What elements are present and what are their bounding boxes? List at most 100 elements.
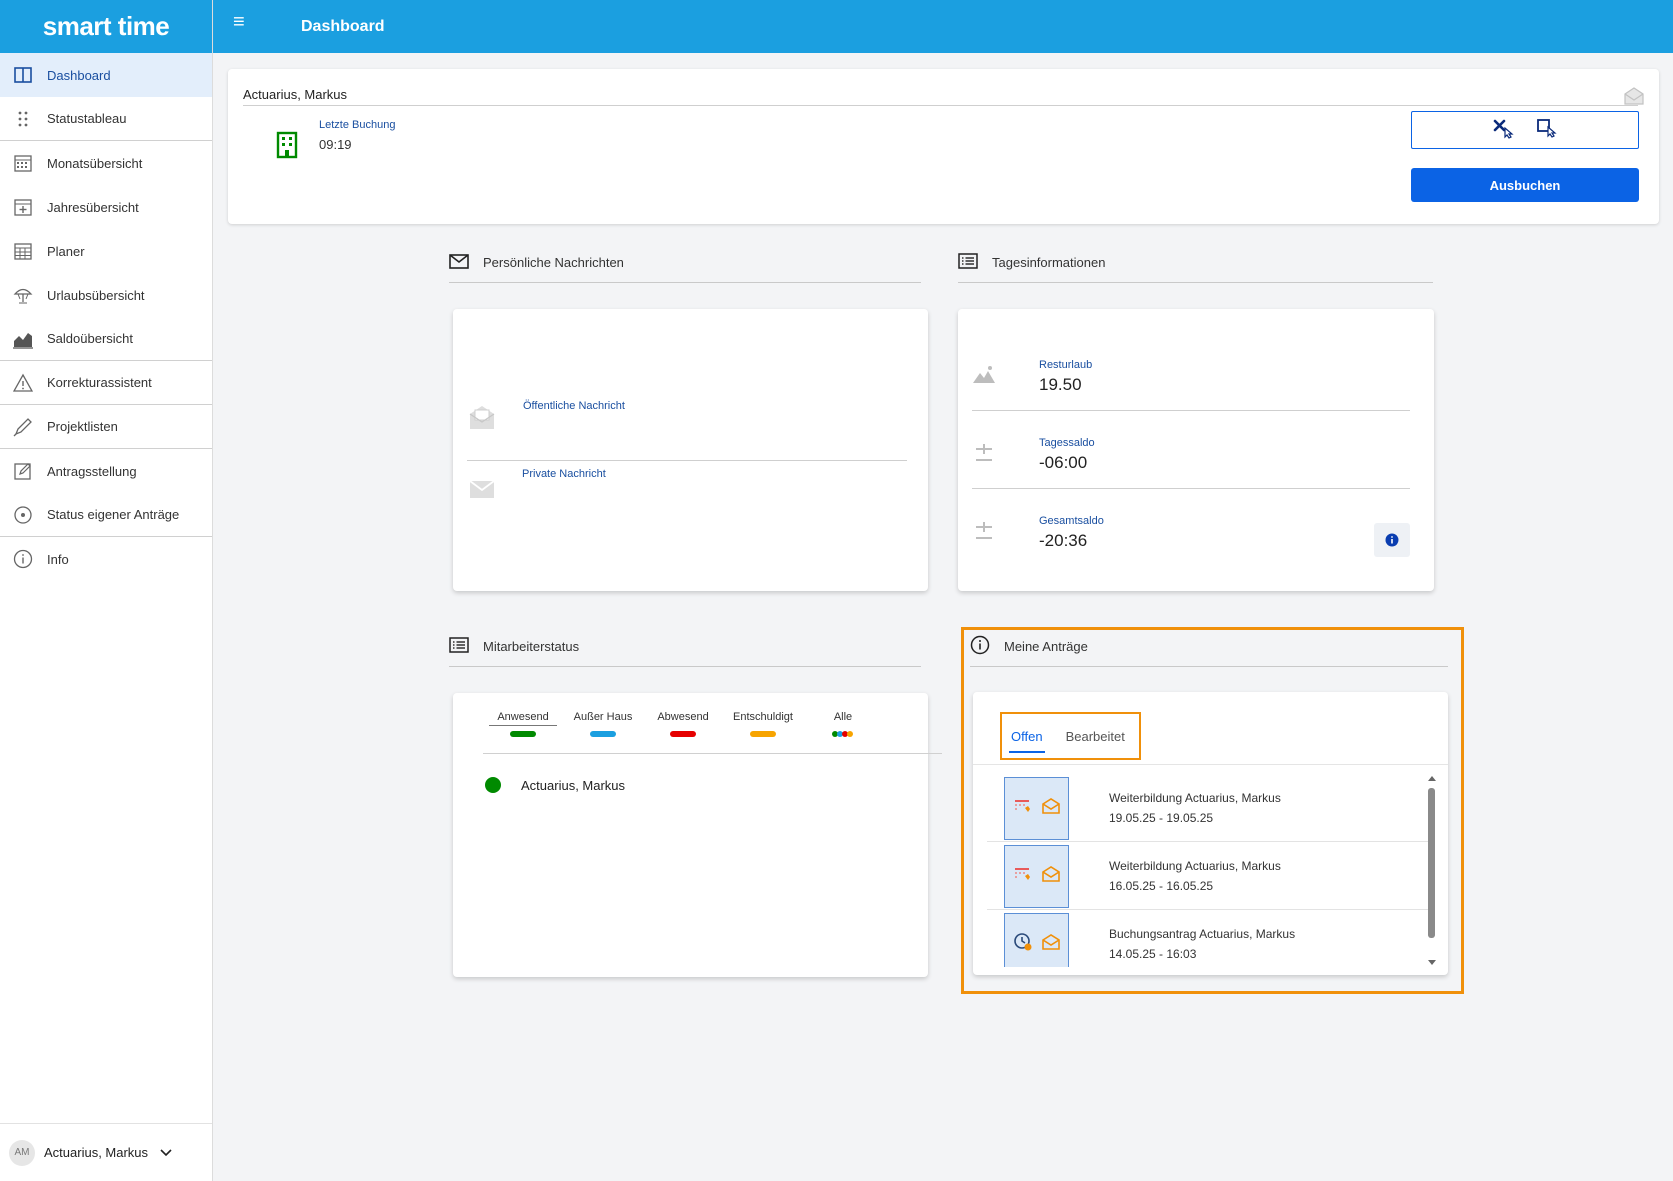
last-booking-label: Letzte Buchung [319,119,396,131]
sidebar-item-korrekturassistent[interactable]: Korrekturassistent [0,361,212,405]
sidebar-item-label: Planer [47,243,85,259]
booking-type-selector [1411,111,1639,149]
filter-label: Außer Haus [573,711,633,723]
tools-cursor-icon[interactable] [1492,117,1514,144]
divider [483,753,942,754]
status-bar-red [670,731,696,737]
sidebar-item-label: Projektlisten [47,419,118,434]
avatar: AM [9,1139,35,1166]
list-item[interactable]: Buchungsantrag Actuarius, Markus 14.05.2… [987,910,1429,967]
sidebar-item-statustableau[interactable]: Statustableau [0,97,212,141]
info-row-tagessaldo: Tagessaldo -06:00 [972,411,1410,489]
landscape-icon [972,363,996,387]
calendar-grid-icon [12,240,34,262]
screen-cursor-icon[interactable] [1536,117,1558,144]
public-message-row[interactable]: Öffentliche Nachricht [467,394,907,461]
messages-title: Persönliche Nachrichten [483,255,624,270]
booking-card: Actuarius, Markus Letzte Buchung 09:19 A… [228,69,1659,224]
info-label: Tagessaldo [1039,437,1095,449]
filter-anwesend[interactable]: Anwesend [483,711,563,737]
list-item[interactable]: Weiterbildung Actuarius, Markus 16.05.25… [987,842,1429,910]
envelope-icon [449,251,483,274]
pen-icon [12,416,34,438]
my-requests-header: Meine Anträge [970,627,1448,667]
sidebar-item-dashboard[interactable]: Dashboard [0,53,212,97]
scrollbar[interactable] [1427,774,1437,967]
day-info-header: Tagesinformationen [958,243,1433,283]
info-row-resturlaub: Resturlaub 19.50 [972,333,1410,411]
request-title: Weiterbildung Actuarius, Markus [1109,859,1281,873]
calendar-training-icon [1013,796,1033,821]
plus-minus-icon [972,519,996,543]
request-thumb [1004,913,1069,967]
sidebar-item-urlaubsuebersicht[interactable]: Urlaubsübersicht [0,273,212,317]
sidebar-item-saldouebersicht[interactable]: Saldoübersicht [0,317,212,361]
divider [973,764,1448,765]
envelope-icon [467,474,497,504]
messages-header: Persönliche Nachrichten [449,243,921,283]
calendar-plus-icon [12,196,34,218]
info-button[interactable] [1374,523,1410,557]
filter-entschuldigt[interactable]: Entschuldigt [723,711,803,737]
envelope-open-icon [467,402,497,432]
filter-label: Abwesend [657,711,709,723]
calendar-training-icon [1013,864,1033,889]
sidebar-item-jahresuebersicht[interactable]: Jahresübersicht [0,185,212,229]
sidebar-item-monatsuebersicht[interactable]: Monatsübersicht [0,141,212,185]
sidebar-item-label: Monatsübersicht [47,155,143,171]
last-booking-time: 09:19 [319,137,352,152]
tab-offen[interactable]: Offen [1009,729,1045,753]
sidebar-item-projektlisten[interactable]: Projektlisten [0,405,212,449]
info-row-gesamtsaldo: Gesamtsaldo -20:36 [972,489,1410,567]
menu-icon[interactable]: ≡ [233,11,263,34]
app-logo: smart time [0,0,212,53]
sidebar-item-planer[interactable]: Planer [0,229,212,273]
book-open-icon [12,64,34,86]
info-label: Gesamtsaldo [1039,515,1104,527]
filter-abwesend[interactable]: Abwesend [643,711,723,737]
filter-alle[interactable]: Alle [803,711,883,737]
dots-grid-icon [12,108,34,130]
info-icon [970,635,1004,658]
request-tabs: Offen Bearbeitet [1000,712,1141,760]
sidebar-item-status-eigener-antraege[interactable]: Status eigener Anträge [0,493,212,537]
filter-label: Alle [833,711,853,723]
sidebar-item-info[interactable]: Info [0,537,212,581]
user-menu[interactable]: AM Actuarius, Markus [0,1123,212,1181]
sidebar-nav: Dashboard Statustableau Monatsübersicht … [0,53,212,581]
status-filters: Anwesend Außer Haus Abwesend Entschuldig… [483,711,883,737]
status-bar-orange [750,731,776,737]
status-bar-blue [590,731,616,737]
list-item[interactable]: Weiterbildung Actuarius, Markus 19.05.25… [987,774,1429,842]
employee-name: Actuarius, Markus [521,777,626,793]
sidebar-item-label: Dashboard [47,67,111,83]
sidebar-item-antragsstellung[interactable]: Antragsstellung [0,449,212,493]
page-title: Dashboard [301,17,385,35]
info-value: -20:36 [1039,531,1088,550]
filter-label: Anwesend [489,711,557,726]
edit-icon [12,460,34,482]
filter-ausser-haus[interactable]: Außer Haus [563,711,643,737]
info-icon [12,548,34,570]
clock-out-button[interactable]: Ausbuchen [1411,168,1639,202]
plus-minus-icon [972,441,996,465]
employee-status-title: Mitarbeiterstatus [483,639,580,654]
private-message-row[interactable]: Private Nachricht [467,468,913,518]
sidebar-item-label: Status eigener Anträge [47,507,180,522]
building-icon [275,131,299,159]
request-title: Buchungsantrag Actuarius, Markus [1109,927,1296,941]
user-name: Actuarius, Markus [44,1145,149,1160]
envelope-open-icon[interactable] [1623,85,1645,107]
scroll-up-arrow[interactable] [1428,776,1436,781]
envelope-open-icon [1041,864,1061,889]
my-requests-card: Offen Bearbeitet Weiterbildung Actuarius… [973,692,1448,975]
request-date: 19.05.25 - 19.05.25 [1109,811,1214,825]
scroll-thumb[interactable] [1428,788,1435,938]
sidebar-item-label: Jahresübersicht [47,199,139,215]
tab-bearbeitet[interactable]: Bearbeitet [1066,729,1125,744]
sidebar-item-label: Urlaubsübersicht [47,287,145,303]
request-thumb [1004,777,1069,840]
sidebar-item-label: Saldoübersicht [47,331,133,346]
scroll-down-arrow[interactable] [1428,960,1436,965]
employee-row[interactable]: Actuarius, Markus [485,777,625,793]
